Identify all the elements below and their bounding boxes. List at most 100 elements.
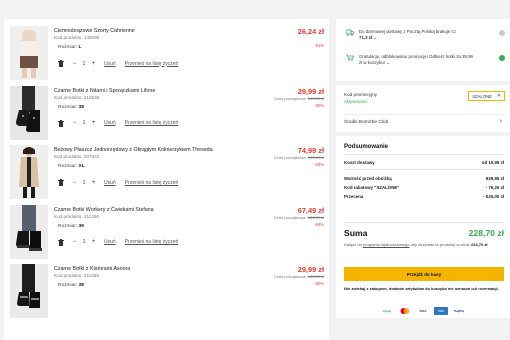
wishlist-link[interactable]: Przenieś na listę życzeń	[125, 120, 179, 126]
quantity-plus-button[interactable]: +	[90, 61, 97, 67]
product-image[interactable]	[10, 264, 48, 319]
product-old-price: Cena początkowa: 189,99 zł	[273, 214, 324, 220]
product-image[interactable]	[10, 26, 48, 80]
cart-item: Czarne Botki z Nitami i Sprzączkami Lifo…	[4, 79, 329, 140]
mastercard-icon	[398, 307, 412, 315]
product-discount: -80%	[314, 281, 324, 287]
paypal-icon: PayPal	[454, 309, 464, 313]
trash-icon[interactable]	[58, 60, 64, 67]
remove-link[interactable]: Usuń	[104, 239, 116, 245]
close-icon[interactable]	[499, 30, 505, 36]
promo-status: Aktywowano	[344, 99, 368, 104]
before-discount-row: Wartość przed obniżką 829,95 zł	[344, 176, 504, 181]
product-name[interactable]: Beżowy Płaszcz Jednorzędowy z Okrągłym K…	[54, 147, 213, 153]
product-old-price: Cena początkowa: 149,99 zł	[273, 95, 324, 101]
club-funds-label[interactable]: Środki Born2be Club	[344, 120, 388, 125]
product-size: Rozmiar: 39	[58, 223, 84, 229]
loyalty-note: Dołącz do programu lojalnościowego aby o…	[344, 242, 488, 247]
quantity-value[interactable]: 1	[80, 180, 88, 186]
sale-row: Przecena - 525,00 zł	[344, 194, 504, 199]
free-shipping-progress: Do darmowej dostawy z Pocztą Polską brak…	[346, 29, 456, 41]
product-name[interactable]: Czarne Botki z Klamrami Asoora	[54, 266, 130, 272]
remove-link[interactable]: Usuń	[104, 61, 116, 67]
product-size: Rozmiar: L	[58, 45, 82, 50]
product-size: Rozmiar: 38	[58, 283, 84, 289]
cart-icon	[346, 54, 354, 61]
quantity-row: −1 + Usuń Przenieś na listę życzeń	[58, 179, 179, 187]
product-discount: -80%	[314, 102, 324, 108]
wishlist-link[interactable]: Przenieś na listę życzeń	[125, 239, 179, 245]
product-image[interactable]	[10, 85, 48, 140]
product-price: 74,99 zł	[297, 146, 324, 156]
remove-link[interactable]: Usuń	[104, 180, 116, 186]
discount-code-row: Kod rabatowy "SZALONE" - 76,25 zł	[344, 185, 504, 190]
quantity-row: −1 + Usuń Przenieś na listę życzeń	[58, 238, 179, 246]
product-discount: -81%	[314, 43, 324, 48]
wishlist-link[interactable]: Przenieś na listę życzeń	[125, 61, 179, 67]
promo-code-tag: SZALONE ✕	[468, 91, 505, 101]
przelewy24-icon: P24	[434, 307, 448, 315]
product-image[interactable]	[10, 145, 48, 200]
product-name[interactable]: Czarne Botki Workery z Ćwiekami Stefana	[54, 207, 154, 213]
payment-methods: hypay VISA P24 PayPal	[336, 307, 510, 315]
quantity-row: −1 + Usuń Przenieś na listę życzeń	[58, 119, 179, 127]
product-code: Kod produktu: 140295	[54, 35, 100, 40]
divider	[344, 114, 505, 115]
quantity-minus-button[interactable]: −	[71, 120, 78, 126]
promo-card: Kod promocyjny Aktywowano SZALONE ✕ Środk…	[336, 85, 510, 132]
promo-unlocked-message: Gratulacje, odblokowano promocję! Odbier…	[346, 54, 473, 66]
product-code: Kod produktu: 211265	[54, 273, 99, 279]
divider	[344, 154, 504, 155]
trash-icon[interactable]	[58, 119, 64, 127]
product-price: 67,49 zł	[297, 205, 324, 215]
quantity-plus-button[interactable]: +	[90, 180, 97, 186]
total-label: Suma	[344, 228, 368, 238]
visa-icon: VISA	[419, 309, 427, 313]
quantity-value[interactable]: 1	[80, 239, 88, 245]
product-name[interactable]: Ciemnobrązowe Szorty Cahrienne	[54, 28, 135, 34]
quantity-plus-button[interactable]: +	[90, 120, 97, 126]
order-sidebar: Do darmowej dostawy z Pocztą Polską brak…	[336, 19, 510, 318]
loyalty-link[interactable]: programu lojalnościowego	[363, 242, 409, 247]
trash-icon[interactable]	[58, 179, 64, 187]
product-size: Rozmiar: XL	[58, 164, 85, 170]
remove-code-icon[interactable]: ✕	[497, 93, 501, 99]
quantity-minus-button[interactable]: −	[71, 239, 78, 245]
hypay-icon: hypay	[382, 309, 392, 313]
product-old-price: Cena początkowa: 199,99 zł	[273, 155, 324, 161]
quantity-value[interactable]: 1	[80, 120, 88, 126]
quantity-plus-button[interactable]: +	[90, 239, 97, 245]
quantity-row: −1 + Usuń Przenieś na listę życzeń	[58, 60, 178, 67]
checkout-button[interactable]: Przejdź do kasy	[344, 267, 504, 281]
product-price: 29,99 zł	[297, 86, 324, 96]
cart-items-panel: Ciemnobrązowe Szorty Cahrienne Kod produ…	[4, 19, 329, 340]
product-discount: -64%	[314, 221, 324, 227]
quantity-value[interactable]: 1	[80, 61, 88, 67]
product-size: Rozmiar: 38	[58, 104, 84, 110]
remove-link[interactable]: Usuń	[104, 120, 116, 126]
summary-title: Podsumowanie	[344, 144, 389, 150]
check-icon	[499, 55, 505, 61]
total-value: 228,70 zł	[468, 228, 504, 238]
reservation-warning: Nie zwlekaj z zakupem, dodanie artykułów…	[344, 286, 499, 291]
cart-item: Beżowy Płaszcz Jednorzędowy z Okrągłym K…	[4, 138, 329, 200]
product-price: 29,99 zł	[297, 265, 324, 275]
product-discount: -63%	[314, 162, 324, 168]
trash-icon[interactable]	[58, 238, 64, 246]
product-price: 26,24 zł	[297, 27, 324, 36]
truck-icon	[346, 29, 354, 36]
chevron-right-icon[interactable]: ›	[500, 118, 502, 125]
wishlist-link[interactable]: Przenieś na listę życzeń	[125, 180, 179, 186]
quantity-minus-button[interactable]: −	[71, 180, 78, 186]
divider	[344, 169, 504, 170]
summary-card: Podsumowanie Koszt dostawy od 10,99 zł Wa…	[336, 136, 510, 318]
cart-item: Czarne Botki Workery z Ćwiekami Stefana …	[4, 198, 329, 259]
product-code: Kod produktu: 210630	[54, 94, 100, 100]
cart-item: Czarne Botki z Klamrami Asoora Kod produ…	[4, 257, 329, 319]
product-name[interactable]: Czarne Botki z Nitami i Sprzączkami Lifo…	[54, 88, 155, 94]
product-code: Kod produktu: 211256	[54, 213, 99, 219]
product-image[interactable]	[10, 204, 48, 259]
quantity-minus-button[interactable]: −	[71, 61, 78, 67]
product-old-price: Cena początkowa: 149,99 zł	[273, 274, 324, 280]
promo-label: Kod promocyjny	[344, 92, 377, 97]
